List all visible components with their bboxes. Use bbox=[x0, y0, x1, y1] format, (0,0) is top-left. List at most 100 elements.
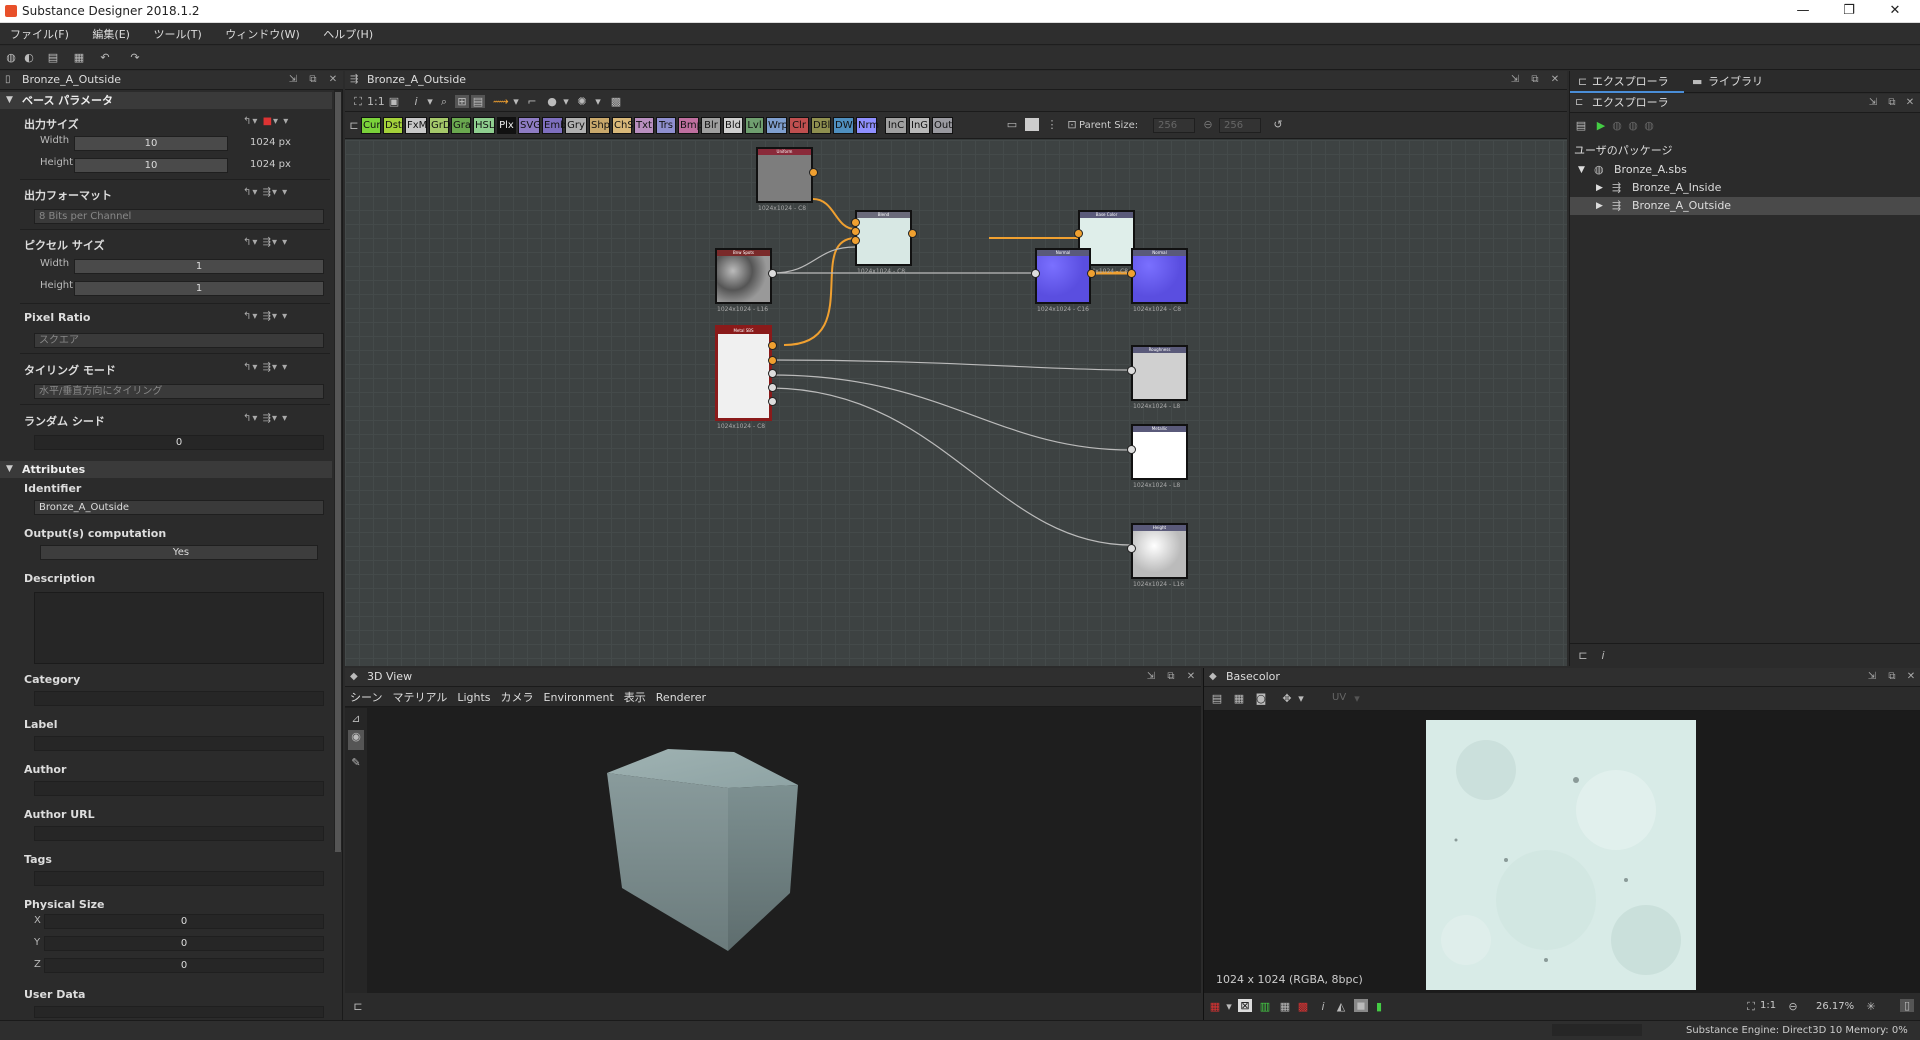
atomic-node-dst[interactable]: Dst bbox=[383, 117, 403, 134]
height-output-node[interactable]: Height bbox=[1131, 523, 1188, 579]
output-pin[interactable] bbox=[908, 229, 917, 238]
zoom-in-icon[interactable]: ✳ bbox=[1864, 1000, 1878, 1013]
parent-size-icon[interactable]: ⊡ bbox=[1065, 118, 1079, 131]
physical-y-field[interactable]: 0 bbox=[44, 936, 324, 951]
parent-size-width[interactable]: 256 bbox=[1153, 118, 1195, 133]
author-url-field[interactable] bbox=[34, 826, 324, 841]
inherit-dropdown-icon[interactable]: ↰▾ ⇶▾ ▾ bbox=[243, 237, 288, 248]
pin-icon[interactable]: ⇲ bbox=[1509, 74, 1521, 86]
label-field[interactable] bbox=[34, 736, 324, 751]
input-pin[interactable] bbox=[1127, 269, 1136, 278]
export-icon[interactable]: ◍ bbox=[1626, 119, 1640, 132]
pin-icon[interactable]: ⇲ bbox=[1145, 671, 1157, 683]
atomic-node-gry[interactable]: Gry bbox=[565, 117, 587, 134]
output-height-slider[interactable]: 10 bbox=[74, 158, 228, 173]
screenshot-icon[interactable]: ▣ bbox=[387, 95, 401, 108]
graph-options-icon[interactable]: ▩ bbox=[609, 95, 623, 108]
physical-z-field[interactable]: 0 bbox=[44, 958, 324, 973]
reset-icon[interactable]: ↺ bbox=[1271, 118, 1285, 131]
dropdown-icon[interactable]: ▾ bbox=[1222, 1000, 1236, 1013]
pixel-width-slider[interactable]: 1 bbox=[74, 259, 324, 274]
physical-x-field[interactable]: 0 bbox=[44, 914, 324, 929]
input-pin[interactable] bbox=[851, 236, 860, 245]
parameters-scrollbar[interactable] bbox=[334, 90, 342, 852]
inherit-dropdown-icon[interactable]: ↰▾ ⇶▾ ▾ bbox=[243, 311, 288, 322]
section-attributes[interactable]: ▼ Attributes bbox=[0, 461, 332, 478]
ratio-button[interactable]: 1:1 bbox=[1760, 1000, 1776, 1011]
atomic-node-clr[interactable]: Clr bbox=[789, 117, 809, 134]
expand-icon[interactable]: ▶ bbox=[1596, 179, 1603, 197]
author-field[interactable] bbox=[34, 781, 324, 796]
atomic-node-dbl[interactable]: DBl bbox=[811, 117, 831, 134]
histogram-icon[interactable]: ◭ bbox=[1334, 1000, 1348, 1013]
channel-icon[interactable]: ▮ bbox=[1372, 1000, 1386, 1013]
input-pin[interactable] bbox=[1074, 229, 1083, 238]
close-window-button[interactable]: ✕ bbox=[1872, 0, 1918, 22]
new-graph-icon[interactable]: ◐ bbox=[22, 51, 36, 64]
menu-display[interactable]: 表示 bbox=[619, 687, 651, 705]
input-pin[interactable] bbox=[1127, 445, 1136, 454]
float-icon[interactable]: ⧉ bbox=[1886, 671, 1898, 683]
connector-icon[interactable]: ⌐ bbox=[525, 95, 539, 108]
color-sphere-icon[interactable]: ● bbox=[545, 95, 559, 108]
ratio-button[interactable]: 1:1 bbox=[367, 95, 385, 108]
collapse-icon[interactable]: ▼ bbox=[6, 92, 13, 109]
save-package-icon[interactable]: ▤ bbox=[1574, 119, 1588, 132]
save-image-icon[interactable]: ▦ bbox=[1232, 692, 1246, 705]
menu-renderer[interactable]: Renderer bbox=[651, 689, 711, 704]
menu-environment[interactable]: Environment bbox=[539, 689, 619, 704]
graph-row-inside[interactable]: ▶ ⇶ Bronze_A_Inside bbox=[1570, 179, 1920, 197]
info-icon[interactable]: i bbox=[1316, 1000, 1330, 1013]
dropdown-icon[interactable]: ▾ bbox=[1294, 692, 1308, 705]
alpha-icon[interactable]: ⊠ bbox=[1238, 999, 1252, 1012]
atomic-node-shp[interactable]: Shp bbox=[589, 117, 610, 134]
normal-node[interactable]: Normal bbox=[1035, 248, 1091, 304]
menu-file[interactable]: ファイル(F) bbox=[0, 23, 79, 42]
minimize-button[interactable]: — bbox=[1780, 0, 1826, 22]
inherit-dropdown-icon[interactable]: ↰▾ ⇶▾ ▾ bbox=[243, 362, 288, 373]
parent-size-height[interactable]: 256 bbox=[1219, 118, 1261, 133]
tab-library[interactable]: ▬ ライブラリ bbox=[1686, 71, 1786, 93]
close-panel-icon[interactable]: ✕ bbox=[1185, 671, 1197, 683]
output-pin[interactable] bbox=[768, 341, 777, 350]
close-panel-icon[interactable]: ✕ bbox=[1904, 97, 1916, 109]
camera-icon[interactable]: ◙ bbox=[1254, 692, 1268, 705]
menu-scene[interactable]: シーン bbox=[345, 687, 387, 705]
color-picker-icon[interactable]: ◼ bbox=[1354, 999, 1368, 1012]
section-base-parameters[interactable]: ▼ ベース パラメータ bbox=[0, 92, 332, 109]
input-pin[interactable] bbox=[1031, 269, 1040, 278]
frame-node-icon[interactable] bbox=[1025, 118, 1039, 131]
identifier-field[interactable]: Bronze_A_Outside bbox=[34, 500, 324, 515]
atomic-node-dwr[interactable]: DWr bbox=[833, 117, 856, 134]
copy-icon[interactable]: ▤ bbox=[1210, 692, 1224, 705]
menu-tools[interactable]: ツール(T) bbox=[143, 23, 211, 42]
input-pin[interactable] bbox=[1127, 544, 1136, 553]
atomic-node-cur[interactable]: Cur bbox=[361, 117, 381, 134]
menu-material[interactable]: マテリアル bbox=[387, 687, 452, 705]
float-icon[interactable]: ⧉ bbox=[1529, 74, 1541, 86]
atomic-node-gra[interactable]: Gra bbox=[451, 117, 471, 134]
atomic-node-blr[interactable]: Blr bbox=[701, 117, 721, 134]
atomic-node-ing[interactable]: InG bbox=[909, 117, 930, 134]
channels-icon[interactable]: ▦ bbox=[1208, 1000, 1222, 1013]
inherit-dropdown-icon[interactable]: ↰▾ ■▾ ▾ bbox=[243, 116, 289, 127]
settings-gear-icon[interactable]: ✺ bbox=[575, 95, 589, 108]
atomic-node-emb[interactable]: Emb bbox=[542, 117, 566, 134]
multi-output-node[interactable]: Metal SBS bbox=[715, 325, 772, 421]
color-mode-icon[interactable]: ▥ bbox=[1258, 1000, 1272, 1013]
bitmap-node[interactable]: Bnw Spots bbox=[715, 248, 772, 304]
dropdown-icon[interactable]: ▾ bbox=[559, 95, 573, 108]
fit-icon[interactable]: ⛶ bbox=[1744, 1000, 1758, 1013]
output-pin[interactable] bbox=[1087, 269, 1096, 278]
light-tool-icon[interactable]: ✎ bbox=[349, 756, 363, 769]
menu-edit[interactable]: 編集(E) bbox=[82, 23, 140, 42]
roughness-output-node[interactable]: Roughness bbox=[1131, 345, 1188, 401]
pixel-ratio-select[interactable]: スクエア bbox=[34, 333, 324, 348]
tiling-mode-select[interactable]: 水平/垂直方向にタイリング bbox=[34, 384, 324, 399]
output-width-slider[interactable]: 10 bbox=[74, 136, 228, 151]
output-pin[interactable] bbox=[809, 168, 818, 177]
play-icon[interactable]: ▶ bbox=[1594, 119, 1608, 132]
fit-view-icon[interactable]: ⛶ bbox=[351, 95, 365, 108]
input-pin[interactable] bbox=[1127, 366, 1136, 375]
input-pin[interactable] bbox=[851, 218, 860, 227]
